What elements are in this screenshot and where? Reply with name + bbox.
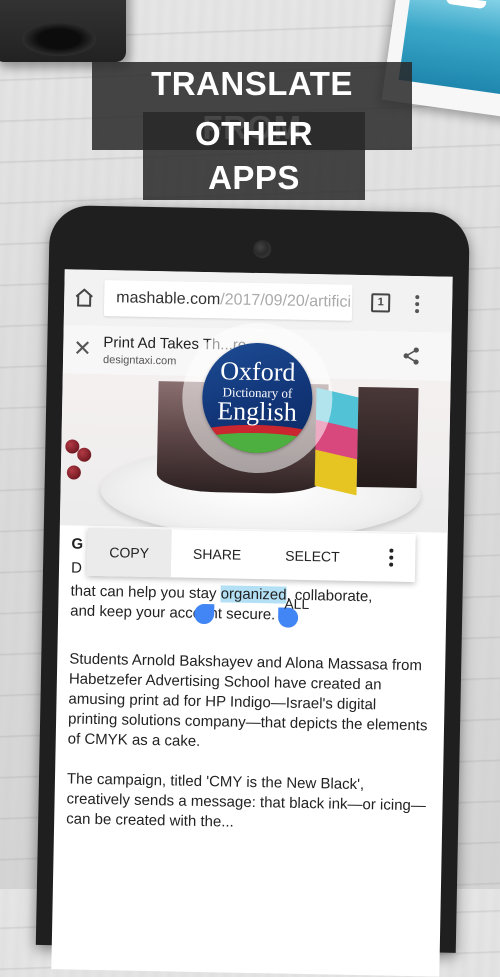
share-button[interactable]: SHARE [171, 529, 264, 579]
cherry-image [77, 447, 92, 462]
select-all-button[interactable]: SELECT ALL [263, 531, 390, 612]
article-body: that can help you stay organized, collab… [66, 581, 431, 856]
close-icon[interactable]: ✕ [73, 335, 92, 360]
article-paragraph-1: that can help you stay organized, collab… [70, 582, 373, 624]
tab-switcher-button[interactable]: 1 [371, 293, 391, 313]
tab-domain: designtaxi.com [102, 354, 177, 368]
url-domain: mashable.com [116, 289, 221, 309]
url-path: /2017/09/20/artifici [220, 291, 352, 311]
oxford-dictionary-logo-icon[interactable]: Oxford Dictionary of English [201, 341, 314, 455]
front-camera-icon [253, 239, 272, 259]
logo-text-oxford: Oxford [220, 356, 296, 387]
url-bar[interactable]: mashable.com/2017/09/20/artifici [103, 280, 353, 321]
speaker-decoration [0, 0, 126, 62]
phone-screen: mashable.com/2017/09/20/artifici 1 ✕ Pri… [51, 269, 453, 977]
selected-text[interactable]: organized [220, 585, 287, 604]
cake-back-image [356, 386, 419, 489]
phone-device: mashable.com/2017/09/20/artifici 1 ✕ Pri… [35, 205, 470, 977]
article-paragraph-2: Students Arnold Bakshayev and Alona Mass… [67, 650, 428, 750]
browser-menu-icon[interactable] [414, 292, 420, 316]
more-options-icon[interactable] [389, 546, 394, 570]
text-selection-toolbar: COPY SHARE SELECT ALL [86, 527, 416, 612]
partial-heading: G [71, 535, 84, 553]
cherry-image [66, 465, 82, 480]
copy-button[interactable]: COPY [86, 527, 172, 578]
article-paragraph-3: The campaign, titled 'CMY is the New Bla… [66, 770, 427, 831]
share-icon[interactable] [401, 346, 421, 366]
sea-image [398, 0, 500, 98]
home-icon[interactable] [72, 285, 96, 309]
speaker-cone [22, 22, 96, 56]
headline-line-2: OTHER APPS [143, 112, 365, 200]
logo-text-english: English [217, 396, 298, 427]
partial-line: D [70, 559, 83, 577]
